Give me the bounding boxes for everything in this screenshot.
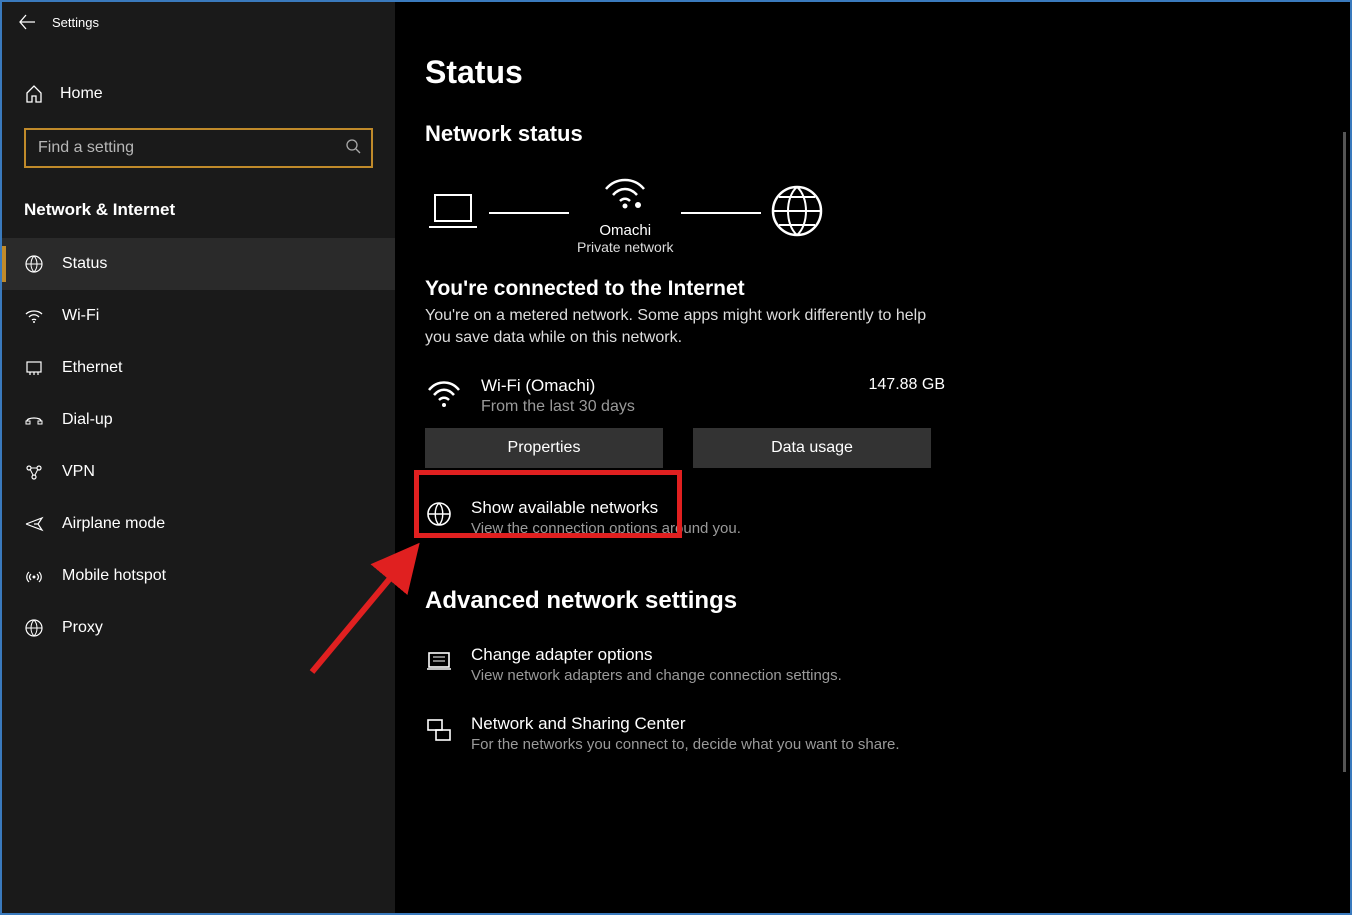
network-diagram: Omachi Private network <box>425 171 1320 255</box>
globe-icon <box>769 183 825 244</box>
page-title: Status <box>425 54 1320 91</box>
sidebar: Home Network & Internet Status Wi-Fi Eth… <box>2 42 395 913</box>
wifi-diagram-icon <box>600 198 650 215</box>
section-title: Network status <box>425 121 1320 147</box>
sidebar-item-label: Mobile hotspot <box>62 567 166 585</box>
sidebar-item-status[interactable]: Status <box>2 238 395 290</box>
diagram-network-type: Private network <box>577 239 673 255</box>
sidebar-item-label: Wi-Fi <box>62 307 99 325</box>
vpn-icon <box>24 462 62 482</box>
hotspot-icon <box>24 566 62 586</box>
wifi-icon <box>425 376 481 415</box>
window-title: Settings <box>52 15 99 30</box>
connection-status-title: You're connected to the Internet <box>425 277 1320 301</box>
home-button[interactable]: Home <box>2 70 395 118</box>
airplane-icon <box>24 514 62 534</box>
link-title: Show available networks <box>471 498 741 518</box>
sidebar-item-dialup[interactable]: Dial-up <box>2 394 395 446</box>
sidebar-item-airplane[interactable]: Airplane mode <box>2 498 395 550</box>
laptop-icon <box>425 189 481 238</box>
sidebar-item-wifi[interactable]: Wi-Fi <box>2 290 395 342</box>
main-content: Status Network status Omachi Private net… <box>395 2 1350 913</box>
connection-status-msg: You're on a metered network. Some apps m… <box>425 305 945 350</box>
sidebar-item-vpn[interactable]: VPN <box>2 446 395 498</box>
network-usage: 147.88 GB <box>869 376 946 394</box>
advanced-section-title: Advanced network settings <box>425 587 1320 615</box>
sharing-icon <box>425 714 471 749</box>
sidebar-item-label: Ethernet <box>62 359 122 377</box>
ethernet-icon <box>24 358 62 378</box>
link-subtitle: View the connection options around you. <box>471 520 741 537</box>
proxy-icon <box>24 618 62 638</box>
sidebar-item-label: Dial-up <box>62 411 113 429</box>
connector-line <box>681 212 761 214</box>
status-icon <box>24 254 62 274</box>
link-subtitle: For the networks you connect to, decide … <box>471 736 900 753</box>
sidebar-item-label: Status <box>62 255 107 273</box>
sidebar-item-ethernet[interactable]: Ethernet <box>2 342 395 394</box>
properties-button[interactable]: Properties <box>425 428 663 468</box>
sidebar-item-hotspot[interactable]: Mobile hotspot <box>2 550 395 602</box>
link-title: Network and Sharing Center <box>471 714 900 734</box>
back-button[interactable] <box>2 2 52 42</box>
adapter-icon <box>425 645 471 680</box>
show-available-networks-link[interactable]: Show available networks View the connect… <box>425 498 1320 537</box>
sidebar-item-label: VPN <box>62 463 95 481</box>
scrollbar[interactable] <box>1343 132 1346 772</box>
connector-line <box>489 212 569 214</box>
network-period: From the last 30 days <box>481 398 869 416</box>
back-arrow-icon <box>18 13 36 31</box>
sidebar-item-label: Proxy <box>62 619 103 637</box>
data-usage-button[interactable]: Data usage <box>693 428 931 468</box>
search-input[interactable] <box>24 128 373 168</box>
dialup-icon <box>24 410 62 430</box>
network-sharing-center-link[interactable]: Network and Sharing Center For the netwo… <box>425 714 1320 753</box>
diagram-network-name: Omachi <box>577 222 673 239</box>
sidebar-item-proxy[interactable]: Proxy <box>2 602 395 654</box>
link-subtitle: View network adapters and change connect… <box>471 667 842 684</box>
globe-icon <box>425 498 471 533</box>
sidebar-item-label: Airplane mode <box>62 515 165 533</box>
wifi-icon <box>24 306 62 326</box>
network-name: Wi-Fi (Omachi) <box>481 376 869 396</box>
home-icon <box>24 84 60 104</box>
sidebar-category: Network & Internet <box>2 186 395 238</box>
home-label: Home <box>60 85 103 103</box>
change-adapter-options-link[interactable]: Change adapter options View network adap… <box>425 645 1320 684</box>
link-title: Change adapter options <box>471 645 842 665</box>
